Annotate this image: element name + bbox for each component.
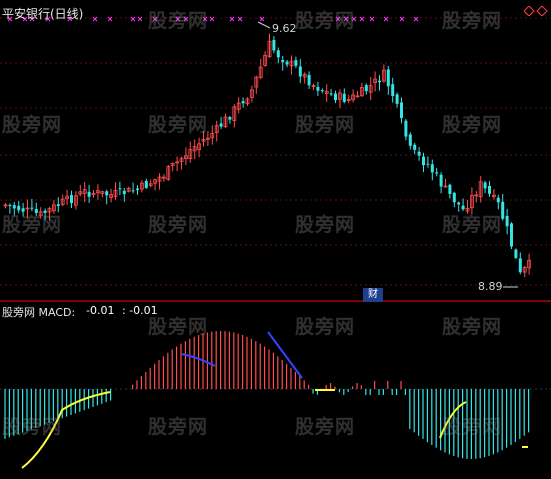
candle-body	[320, 90, 324, 92]
candle-body	[430, 164, 434, 173]
candle-body	[510, 223, 513, 247]
candle-body	[400, 102, 403, 119]
candle-body	[488, 185, 491, 194]
candle-body	[364, 85, 368, 92]
watermark: 股旁网	[148, 10, 209, 32]
candle-body	[378, 80, 381, 83]
window-title: 平安银行(日线)	[2, 7, 84, 21]
candle-body	[417, 151, 421, 156]
candle-body	[219, 123, 223, 127]
candle-body	[483, 182, 487, 189]
candle-body	[131, 190, 135, 192]
candle-body	[56, 204, 60, 207]
candle-body	[334, 93, 337, 101]
candle-body	[439, 174, 443, 187]
watermark: 股旁网	[2, 114, 63, 136]
signal-value: : -0.01	[122, 304, 158, 317]
watermark: 股旁网	[2, 214, 63, 236]
candle-body	[272, 39, 276, 51]
diamond-outline-icon[interactable]	[536, 6, 548, 16]
watermark: 股旁网	[295, 10, 356, 32]
watermark: 股旁网	[295, 416, 356, 438]
watermark: 股旁网	[295, 316, 356, 338]
candle-body	[452, 192, 456, 203]
indicator-name-label: 股旁网 MACD:	[2, 306, 76, 319]
candle-body	[404, 120, 408, 137]
candle-body	[435, 172, 439, 174]
candle-body	[30, 207, 34, 209]
candle-body	[87, 191, 91, 197]
candle-body	[448, 184, 452, 194]
candle-body	[136, 188, 139, 190]
candle-body	[391, 84, 395, 96]
candle-body	[241, 101, 245, 104]
watermark: 股旁网	[442, 416, 503, 438]
candle-body	[408, 134, 412, 146]
candle-body	[422, 156, 425, 166]
watermark: 股旁网	[148, 114, 209, 136]
candle-body	[426, 163, 430, 165]
candle-body	[496, 197, 500, 203]
candle-body	[122, 190, 126, 195]
candle-body	[518, 258, 522, 273]
candle-body	[8, 204, 12, 206]
candle-body	[228, 117, 232, 120]
watermark: 股旁网	[295, 214, 356, 236]
candle-body	[386, 69, 390, 87]
diamond-outline-icon[interactable]	[524, 6, 535, 16]
candle-body	[329, 93, 333, 95]
watermark: 股旁网	[148, 416, 209, 438]
candle-body	[457, 202, 461, 205]
watermark: 股旁网	[295, 114, 356, 136]
chart-canvas[interactable]	[0, 0, 551, 479]
candle-body	[118, 188, 122, 190]
watermark: 股旁网	[442, 114, 503, 136]
high-price-label: 9.62	[272, 22, 297, 35]
watermark: 股旁网	[148, 214, 209, 236]
candle-body	[395, 94, 399, 104]
watermark: 股旁网	[442, 214, 503, 236]
candle-body	[70, 195, 73, 204]
candle-body	[276, 50, 280, 58]
candle-body	[281, 60, 285, 63]
low-price-label: 8.89	[478, 280, 503, 293]
macd-value: -0.01	[86, 304, 115, 317]
watermark: 股旁网	[2, 416, 63, 438]
stock-chart-window: 股旁网 股旁网 股旁网 股旁网 股旁网 股旁网 股旁网 股旁网 股旁网 股旁网 …	[0, 0, 551, 479]
candle-body	[285, 61, 289, 65]
watermark: 股旁网	[442, 316, 503, 338]
candle-body	[105, 191, 109, 196]
candle-body	[316, 87, 320, 91]
candle-body	[298, 66, 302, 77]
watermark: 股旁网	[442, 10, 503, 32]
window-controls[interactable]	[524, 6, 548, 16]
candle-body	[514, 249, 518, 258]
high-pointer-arrow	[257, 21, 271, 29]
candle-body	[413, 144, 417, 150]
candle-body	[505, 215, 509, 227]
candle-body	[144, 180, 148, 188]
finance-badge[interactable]: 财	[363, 288, 383, 302]
candle-body	[12, 205, 16, 209]
candle-body	[294, 60, 298, 66]
candle-body	[307, 74, 311, 86]
candle-body	[461, 205, 465, 210]
candle-body	[342, 93, 346, 102]
